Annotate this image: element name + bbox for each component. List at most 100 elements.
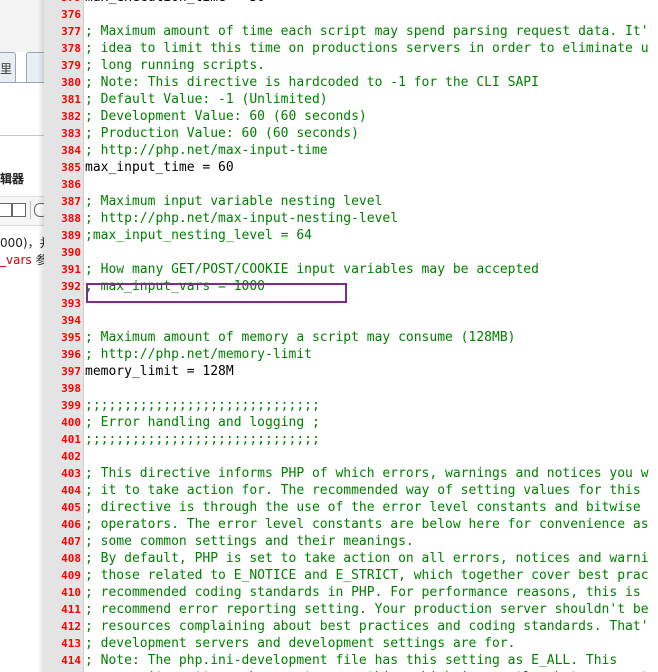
line-number: 378 xyxy=(61,42,81,55)
line-number: 379 xyxy=(61,59,81,72)
line-number: 403 xyxy=(61,467,81,480)
code-line[interactable]: 396 ; http://php.net/memory-limit xyxy=(44,346,658,363)
comment-text: ; http://php.net/max-input-time xyxy=(85,143,328,158)
line-number: 392 xyxy=(61,280,81,293)
line-number: 393 xyxy=(61,297,81,310)
code-line[interactable]: 410 ; recommended coding standards in PHP… xyxy=(44,584,658,601)
code-line[interactable]: 377 ; Maximum amount of time each script … xyxy=(44,23,658,40)
code-line[interactable]: 413 ; development servers and development… xyxy=(44,635,658,652)
code-line[interactable]: 411 ; recommend error reporting setting. … xyxy=(44,601,658,618)
comment-text: ; Maximum input variable nesting level xyxy=(85,194,383,209)
code-line[interactable]: 395 ; Maximum amount of memory a script m… xyxy=(44,329,658,346)
highlight-annotation-box xyxy=(86,283,347,303)
line-number: 394 xyxy=(61,314,81,327)
toolbar-separator xyxy=(30,201,31,219)
comment-text: ; Default Value: -1 (Unlimited) xyxy=(85,92,328,107)
code-line[interactable]: 378 ; idea to limit this time on producti… xyxy=(44,40,658,57)
line-number: 409 xyxy=(61,569,81,582)
line-number: 402 xyxy=(61,450,81,463)
comment-text: ; some common settings and their meaning… xyxy=(85,534,414,549)
code-line[interactable]: 397 memory_limit = 128M xyxy=(44,363,658,380)
code-line[interactable]: 391 ; How many GET/POST/COOKIE input vari… xyxy=(44,261,658,278)
comment-text: ; Error handling and logging ; xyxy=(85,415,320,430)
comment-text: ; operators. The error level constants a… xyxy=(85,517,649,532)
line-number: 397 xyxy=(61,365,81,378)
comment-text: ; those related to E_NOTICE and E_STRICT… xyxy=(85,568,649,583)
line-number: 405 xyxy=(61,501,81,514)
code-line[interactable]: 400 ; Error handling and logging ; xyxy=(44,414,658,431)
code-line[interactable]: 385 max_input_time = 60 xyxy=(44,159,658,176)
code-line[interactable]: 390 xyxy=(44,244,658,261)
code-line[interactable]: 383 ; Production Value: 60 (60 seconds) xyxy=(44,125,658,142)
line-number: 399 xyxy=(61,399,81,412)
line-number: 406 xyxy=(61,518,81,531)
line-number: 390 xyxy=(61,246,81,259)
code-line[interactable]: 388 ; http://php.net/max-input-nesting-le… xyxy=(44,210,658,227)
line-number: 388 xyxy=(61,212,81,225)
code-line[interactable]: 387 ; Maximum input variable nesting leve… xyxy=(44,193,658,210)
comment-text: ; Maximum amount of memory a script may … xyxy=(85,330,516,345)
line-number: 385 xyxy=(61,161,81,174)
line-number: 411 xyxy=(61,603,81,616)
format-icon[interactable] xyxy=(0,203,12,217)
code-line[interactable]: 399;;;;;;;;;;;;;;;;;;;;;;;;;;;;;; xyxy=(44,397,658,414)
comment-text: ;;;;;;;;;;;;;;;;;;;;;;;;;;;;;; xyxy=(85,432,320,447)
code-line[interactable]: 409 ; those related to E_NOTICE and E_STR… xyxy=(44,567,658,584)
line-number: 410 xyxy=(61,586,81,599)
code-line[interactable]: 402 xyxy=(44,448,658,465)
line-number: 408 xyxy=(61,552,81,565)
line-number: 414 xyxy=(61,654,81,667)
code-line[interactable]: 404 ; it to take action for. The recommen… xyxy=(44,482,658,499)
code-line[interactable]: 384 ; http://php.net/max-input-time xyxy=(44,142,658,159)
comment-text: ; http://php.net/max-input-nesting-level xyxy=(85,211,399,226)
line-number: 395 xyxy=(61,331,81,344)
background-heading: 辑器 xyxy=(0,172,25,186)
code-editor[interactable]: 375max_execution_time = 30376377; Maximu… xyxy=(44,0,658,672)
code-line[interactable]: 381 ; Default Value: -1 (Unlimited) xyxy=(44,91,658,108)
align-icon[interactable] xyxy=(12,203,26,217)
code-line[interactable]: 407 ; some common settings and their mean… xyxy=(44,533,658,550)
code-line[interactable]: 379 ; long running scripts. xyxy=(44,57,658,74)
code-line[interactable]: 382 ; Development Value: 60 (60 seconds) xyxy=(44,108,658,125)
line-number: 386 xyxy=(61,178,81,191)
comment-text: ; Maximum amount of time each script may… xyxy=(85,24,649,39)
line-number: 396 xyxy=(61,348,81,361)
comment-text: ;max_input_nesting_level = 64 xyxy=(85,228,312,243)
line-number: 407 xyxy=(61,535,81,548)
code-line[interactable]: 386 xyxy=(44,176,658,193)
comment-text: ; idea to limit this time on productions… xyxy=(85,41,649,56)
comment-text: ; it to take action for. The recommended… xyxy=(85,483,641,498)
code-line[interactable]: 380 ; Note: This directive is hardcoded t… xyxy=(44,74,658,91)
line-number: 413 xyxy=(61,637,81,650)
code-line[interactable]: 406 ; operators. The error level constant… xyxy=(44,516,658,533)
line-number: 383 xyxy=(61,127,81,140)
comment-text: ; resources complaining about best pract… xyxy=(85,619,649,634)
comment-text: ; By default, PHP is set to take action … xyxy=(85,551,649,566)
line-number: 384 xyxy=(61,144,81,157)
code-line[interactable]: 412 ; resources complaining about best pr… xyxy=(44,618,658,635)
comment-text: ; Development Value: 60 (60 seconds) xyxy=(85,109,367,124)
comment-text: ; How many GET/POST/COOKIE input variabl… xyxy=(85,262,539,277)
line-number: 387 xyxy=(61,195,81,208)
line-number: 377 xyxy=(61,25,81,38)
code-text: max_input_time = 60 xyxy=(85,160,234,175)
code-line[interactable]: 405 ; directive is through the use of the… xyxy=(44,499,658,516)
background-window: 里 辑器 000)，并 _vars 参 xyxy=(0,0,44,672)
code-line[interactable]: 398 xyxy=(44,380,658,397)
comment-text: ; recommended coding standards in PHP. F… xyxy=(85,585,641,600)
line-number: 381 xyxy=(61,93,81,106)
code-line[interactable]: 394 xyxy=(44,312,658,329)
comment-text: ; long running scripts. xyxy=(85,58,266,73)
line-number: 412 xyxy=(61,620,81,633)
comment-text: ; http://php.net/memory-limit xyxy=(85,347,312,362)
code-lines: 375max_execution_time = 30376377; Maximu… xyxy=(44,0,658,672)
code-line[interactable]: 376 xyxy=(44,6,658,23)
code-line[interactable]: 403 ; This directive informs PHP of which… xyxy=(44,465,658,482)
code-line[interactable]: 389 ;max_input_nesting_level = 64 xyxy=(44,227,658,244)
comment-text: ; directive is through the use of the er… xyxy=(85,500,641,515)
code-line[interactable]: 401;;;;;;;;;;;;;;;;;;;;;;;;;;;;;; xyxy=(44,431,658,448)
comment-text: ; development servers and development se… xyxy=(85,636,516,651)
code-line[interactable]: 408 ; By default, PHP is set to take acti… xyxy=(44,550,658,567)
code-line[interactable]: 414 ; Note: The php.ini-development file … xyxy=(44,652,658,669)
background-tab-label: 里 xyxy=(0,62,13,76)
